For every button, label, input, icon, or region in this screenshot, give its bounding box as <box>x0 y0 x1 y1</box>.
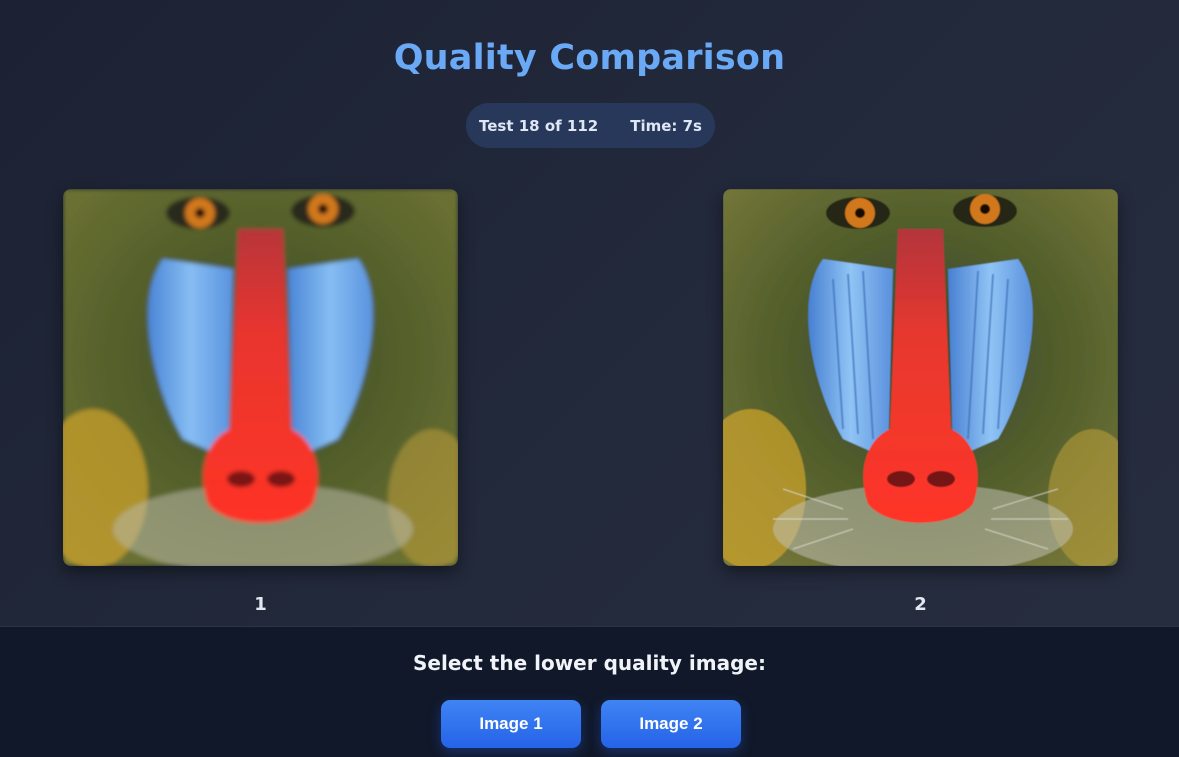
selection-panel: Select the lower quality image: Image 1 … <box>0 626 1179 757</box>
image-2-card[interactable] <box>723 189 1118 566</box>
select-image-2-button[interactable]: Image 2 <box>601 700 741 748</box>
mandrill-image-1 <box>63 189 458 566</box>
image-1-caption: 1 <box>254 594 267 615</box>
image-2-caption: 2 <box>914 594 927 615</box>
status-pill: Test 18 of 112 Time: 7s <box>466 103 715 148</box>
timer: Time: 7s <box>630 116 702 135</box>
page-title: Quality Comparison <box>393 38 786 78</box>
selection-prompt: Select the lower quality image: <box>413 651 766 675</box>
test-progress: Test 18 of 112 <box>479 116 599 135</box>
image-1-card[interactable] <box>63 189 458 566</box>
select-image-1-button[interactable]: Image 1 <box>441 700 581 748</box>
mandrill-image-2 <box>723 189 1118 566</box>
